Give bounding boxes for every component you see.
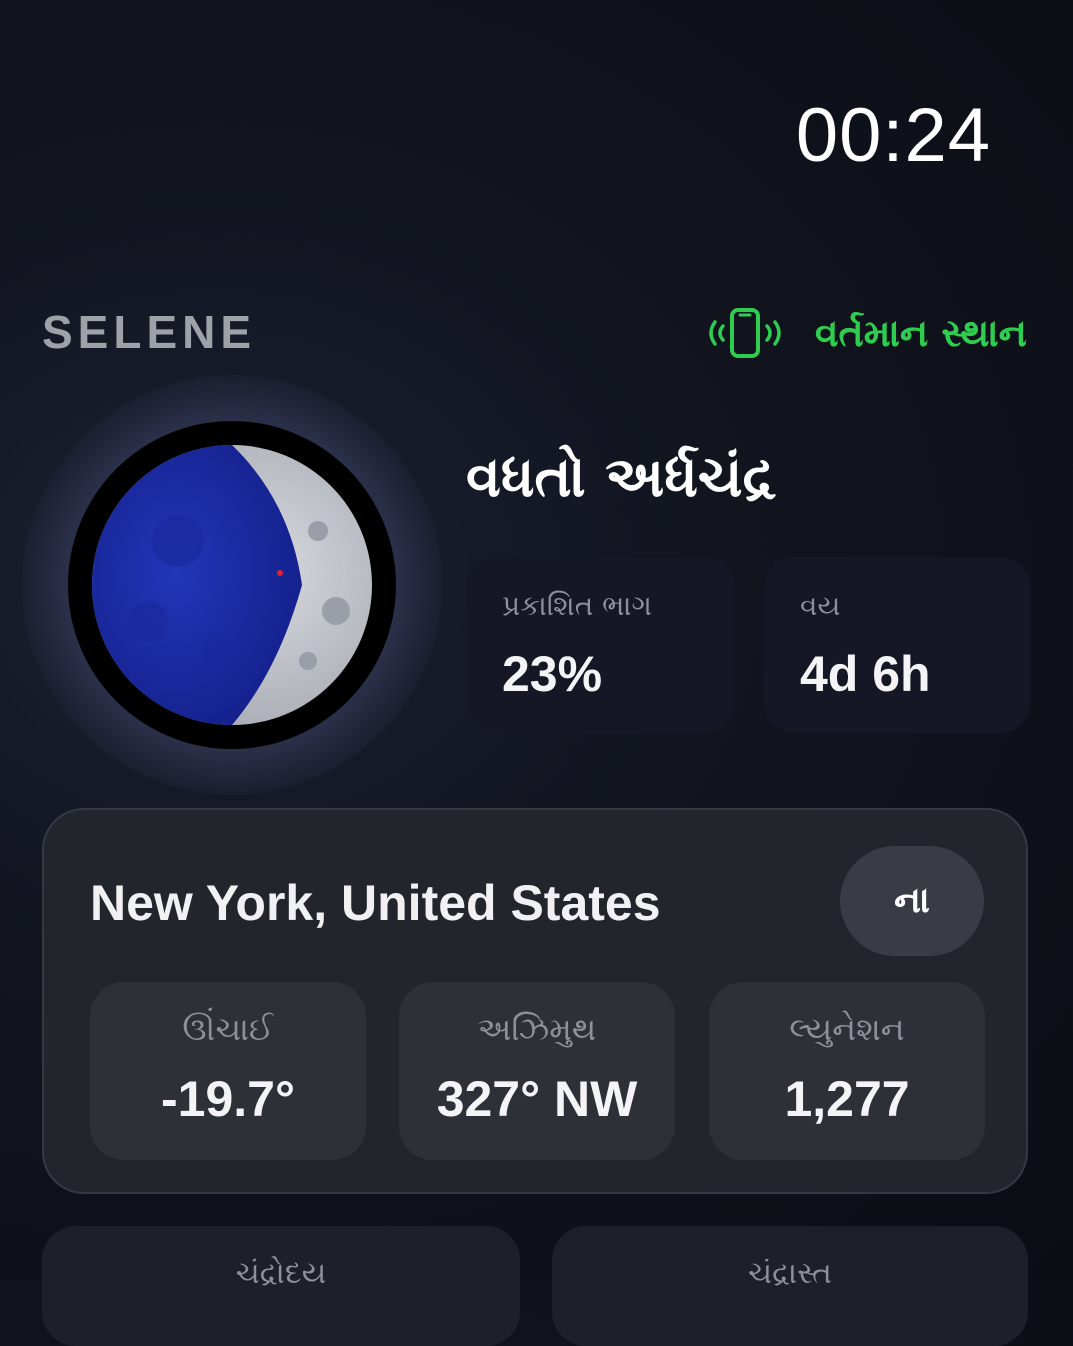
altitude-value: -19.7° xyxy=(161,1071,295,1127)
moonset-label: ચંદ્રાસ્ત xyxy=(748,1256,832,1291)
current-location-label: વર્તમાન સ્થાન xyxy=(814,310,1027,355)
altitude-label: ઊંચાઈ xyxy=(182,1010,274,1048)
moon-phase-name: વધતો અર્ધચંદ્ર xyxy=(466,445,776,510)
azimuth-card: અઝિમુથ 327° NW xyxy=(399,982,675,1160)
lunation-value: 1,277 xyxy=(784,1071,910,1127)
lunation-label: લ્યુનેશન xyxy=(789,1010,905,1048)
illumination-value: 23% xyxy=(502,646,603,702)
moonset-card: ચંદ્રાસ્ત xyxy=(552,1226,1028,1346)
current-location-button[interactable]: વર્તમાન સ્થાન xyxy=(701,306,1027,360)
illumination-card: પ્રકાશિત ભાગ 23% xyxy=(466,557,734,733)
app-brand: SELENE xyxy=(42,306,257,358)
location-toggle-button[interactable]: ના xyxy=(840,846,984,956)
illumination-label: પ્રકાશિત ભાગ xyxy=(502,589,652,622)
azimuth-label: અઝિમુથ xyxy=(477,1010,597,1048)
phone-signal-icon xyxy=(701,306,789,360)
location-panel: New York, United States ના ઊંચાઈ -19.7° … xyxy=(42,808,1028,1194)
altitude-card: ઊંચાઈ -19.7° xyxy=(90,982,366,1160)
moonrise-card: ચંદ્રોદય xyxy=(42,1226,520,1346)
age-card: વય 4d 6h xyxy=(764,557,1030,733)
status-time: 00:24 xyxy=(795,93,991,178)
location-title: New York, United States xyxy=(90,875,661,931)
age-label: વય xyxy=(800,589,841,622)
moon-phase-image xyxy=(68,421,396,749)
azimuth-value: 327° NW xyxy=(436,1071,638,1127)
age-value: 4d 6h xyxy=(800,646,931,702)
moonrise-label: ચંદ્રોદય xyxy=(235,1256,327,1291)
lunation-card: લ્યુનેશન 1,277 xyxy=(709,982,985,1160)
